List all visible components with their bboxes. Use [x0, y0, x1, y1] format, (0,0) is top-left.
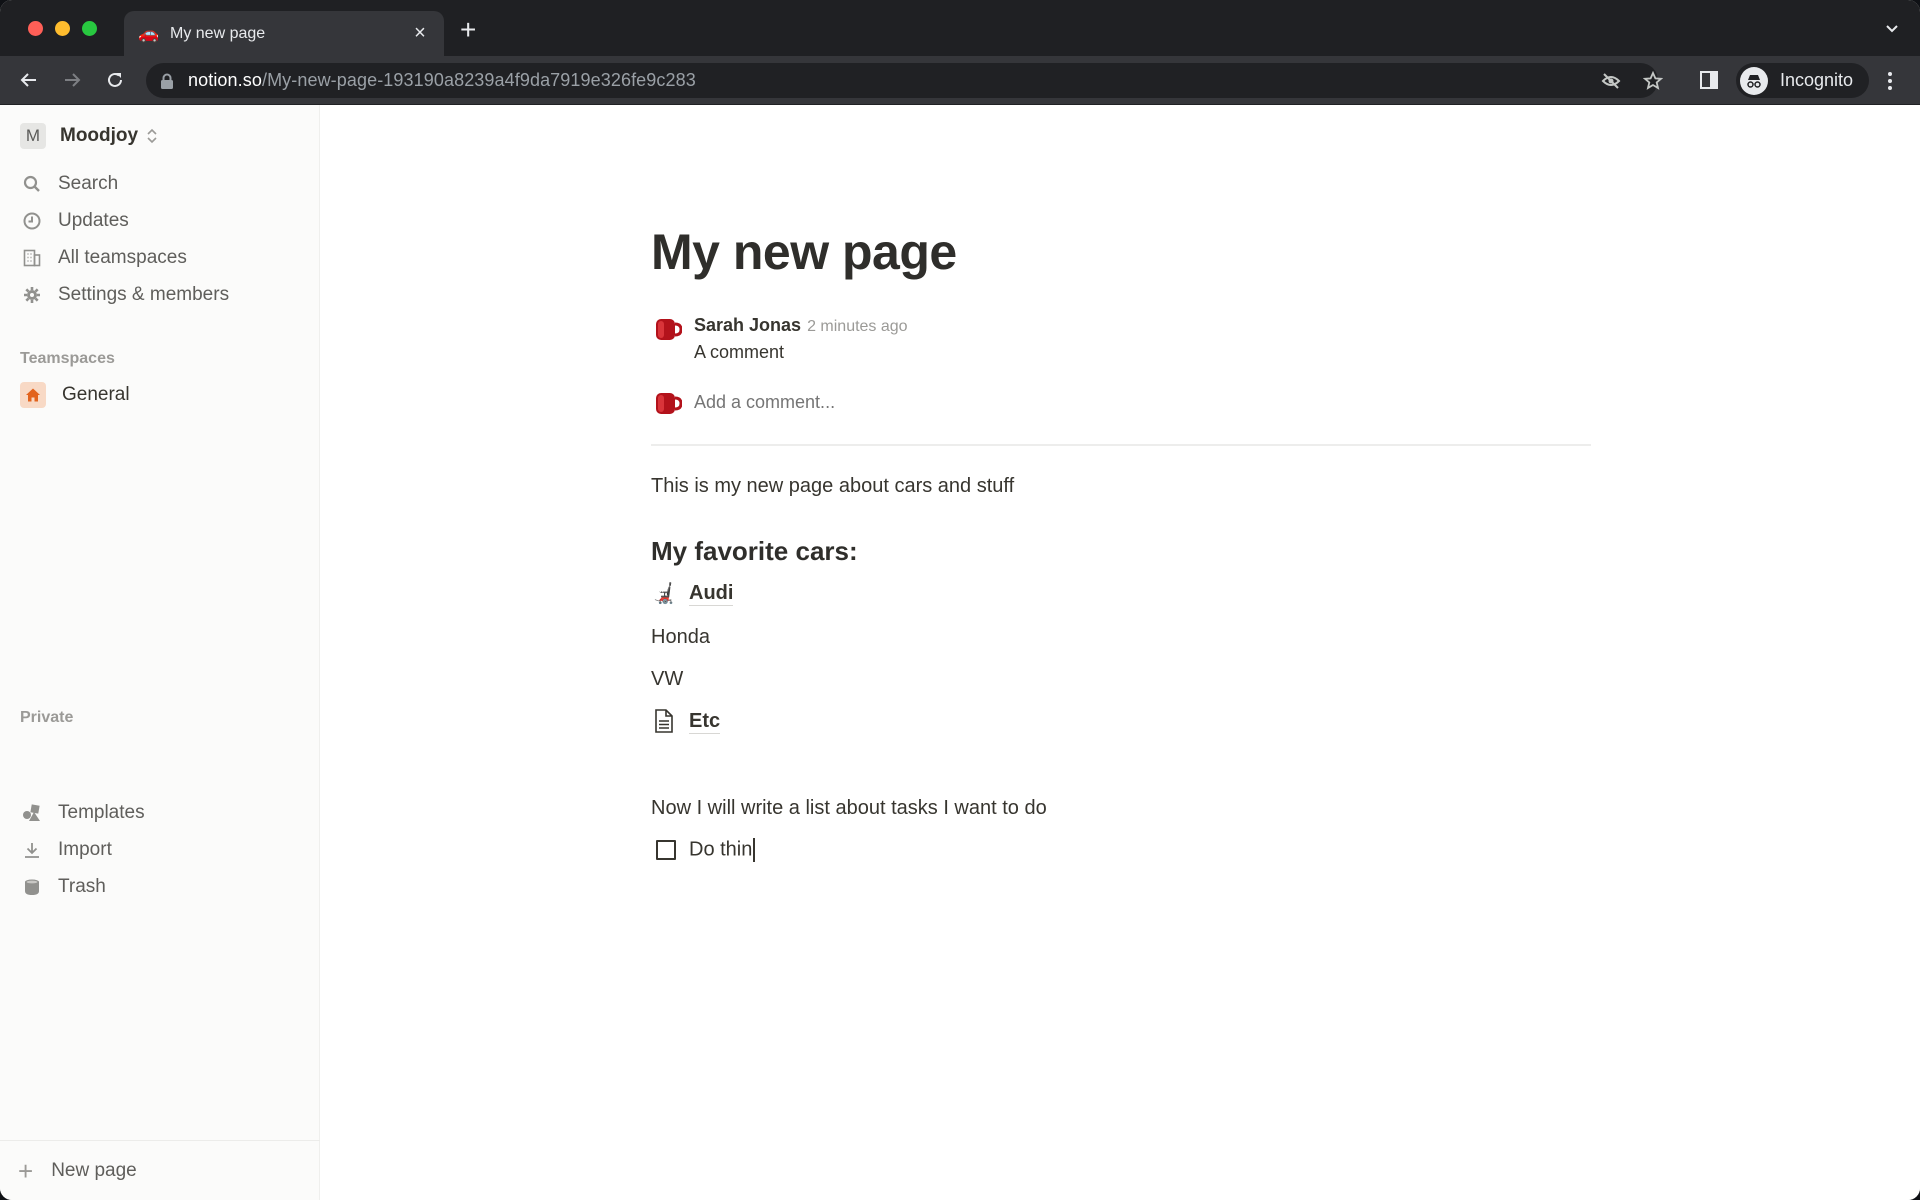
- maximize-window-button[interactable]: [82, 21, 97, 36]
- eye-off-icon[interactable]: [1601, 71, 1621, 91]
- sidebar-item-all-teamspaces[interactable]: All teamspaces: [8, 241, 314, 275]
- close-window-button[interactable]: [28, 21, 43, 36]
- address-bar[interactable]: notion.so/My-new-page-193190a8239a4f9da7…: [146, 63, 1664, 98]
- document-icon: [651, 708, 677, 734]
- page-link-etc[interactable]: Etc: [651, 708, 721, 734]
- browser-window: 🚗 My new page × + notion.so/My-new-page-…: [0, 0, 1920, 1200]
- text-cursor: [753, 838, 755, 862]
- incognito-icon: [1740, 66, 1768, 95]
- reload-icon[interactable]: [103, 68, 127, 92]
- gear-icon: [22, 285, 42, 305]
- todo-block[interactable]: Do thin: [651, 838, 755, 862]
- text-block[interactable]: Honda: [651, 626, 710, 649]
- workspace-switcher[interactable]: M Moodjoy: [20, 121, 158, 151]
- search-icon: [22, 174, 42, 194]
- sidebar: M Moodjoy Search Updates All teamspaces: [0, 105, 1270, 1200]
- heading-block[interactable]: My favorite cars:: [651, 536, 858, 567]
- sidebar-item-search[interactable]: Search: [8, 167, 314, 201]
- tab-list-icon[interactable]: [1884, 20, 1900, 41]
- add-comment-input[interactable]: [694, 389, 1494, 415]
- clock-icon: [22, 211, 42, 231]
- minimize-window-button[interactable]: [55, 21, 70, 36]
- comment-timestamp: 2 minutes ago: [807, 318, 908, 335]
- car-icon: 🚗: [138, 23, 160, 43]
- todo-checkbox[interactable]: [656, 840, 676, 860]
- sidebar-item-trash[interactable]: Trash: [8, 870, 314, 904]
- new-tab-button[interactable]: +: [460, 16, 476, 44]
- chevron-up-down-icon: [146, 128, 158, 144]
- star-icon[interactable]: [1642, 70, 1664, 91]
- profile-button[interactable]: Incognito: [1736, 63, 1870, 98]
- trash-icon: [22, 877, 42, 897]
- sidebar-item-import[interactable]: Import: [8, 833, 314, 867]
- text-block[interactable]: VW: [651, 668, 683, 691]
- main-content: My new page Sarah Jonas 2 minutes ago A c…: [321, 105, 1920, 1200]
- text-block[interactable]: Now I will write a list about tasks I wa…: [651, 797, 1047, 820]
- home-icon: [20, 382, 46, 408]
- building-icon: [22, 248, 42, 268]
- profile-label: Incognito: [1780, 70, 1854, 90]
- side-panel-icon[interactable]: [1699, 70, 1719, 90]
- back-icon[interactable]: [17, 68, 41, 92]
- sidebar-item-updates[interactable]: Updates: [8, 204, 314, 238]
- page-title[interactable]: My new page: [651, 223, 957, 281]
- comment-author: Sarah Jonas 2 minutes ago: [694, 315, 908, 335]
- download-icon: [22, 840, 42, 860]
- comment-body: A comment: [694, 342, 785, 362]
- teamspaces-heading: Teamspaces: [20, 350, 115, 367]
- templates-icon: [22, 803, 42, 823]
- private-heading: Private: [20, 709, 74, 726]
- avatar: [654, 389, 683, 417]
- sidebar-item-templates[interactable]: Templates: [8, 796, 314, 830]
- sidebar-item-general[interactable]: General: [8, 378, 314, 412]
- sidebar-item-settings[interactable]: Settings & members: [8, 278, 314, 312]
- workspace-name: Moodjoy: [60, 125, 139, 146]
- avatar: [654, 315, 683, 343]
- lock-icon[interactable]: [160, 73, 180, 89]
- wheelchair-icon: 🦼: [651, 582, 677, 605]
- close-icon[interactable]: ×: [410, 22, 430, 45]
- todo-text[interactable]: Do thin: [689, 838, 755, 862]
- divider: [651, 444, 1591, 446]
- more-icon[interactable]: [1882, 69, 1898, 93]
- text-block[interactable]: This is my new page about cars and stuff: [651, 475, 1014, 498]
- browser-toolbar: notion.so/My-new-page-193190a8239a4f9da7…: [0, 56, 1920, 105]
- browser-tab[interactable]: 🚗 My new page ×: [124, 11, 444, 56]
- tab-strip: 🚗 My new page × +: [0, 0, 1920, 56]
- new-page-button[interactable]: + New page: [0, 1140, 320, 1200]
- forward-icon[interactable]: [60, 68, 84, 92]
- url-text[interactable]: notion.so/My-new-page-193190a8239a4f9da7…: [188, 70, 696, 91]
- page-link-audi[interactable]: 🦼 Audi: [651, 580, 734, 606]
- tab-title: My new page: [170, 24, 266, 42]
- plus-icon: +: [18, 1155, 34, 1186]
- workspace-avatar: M: [20, 123, 46, 149]
